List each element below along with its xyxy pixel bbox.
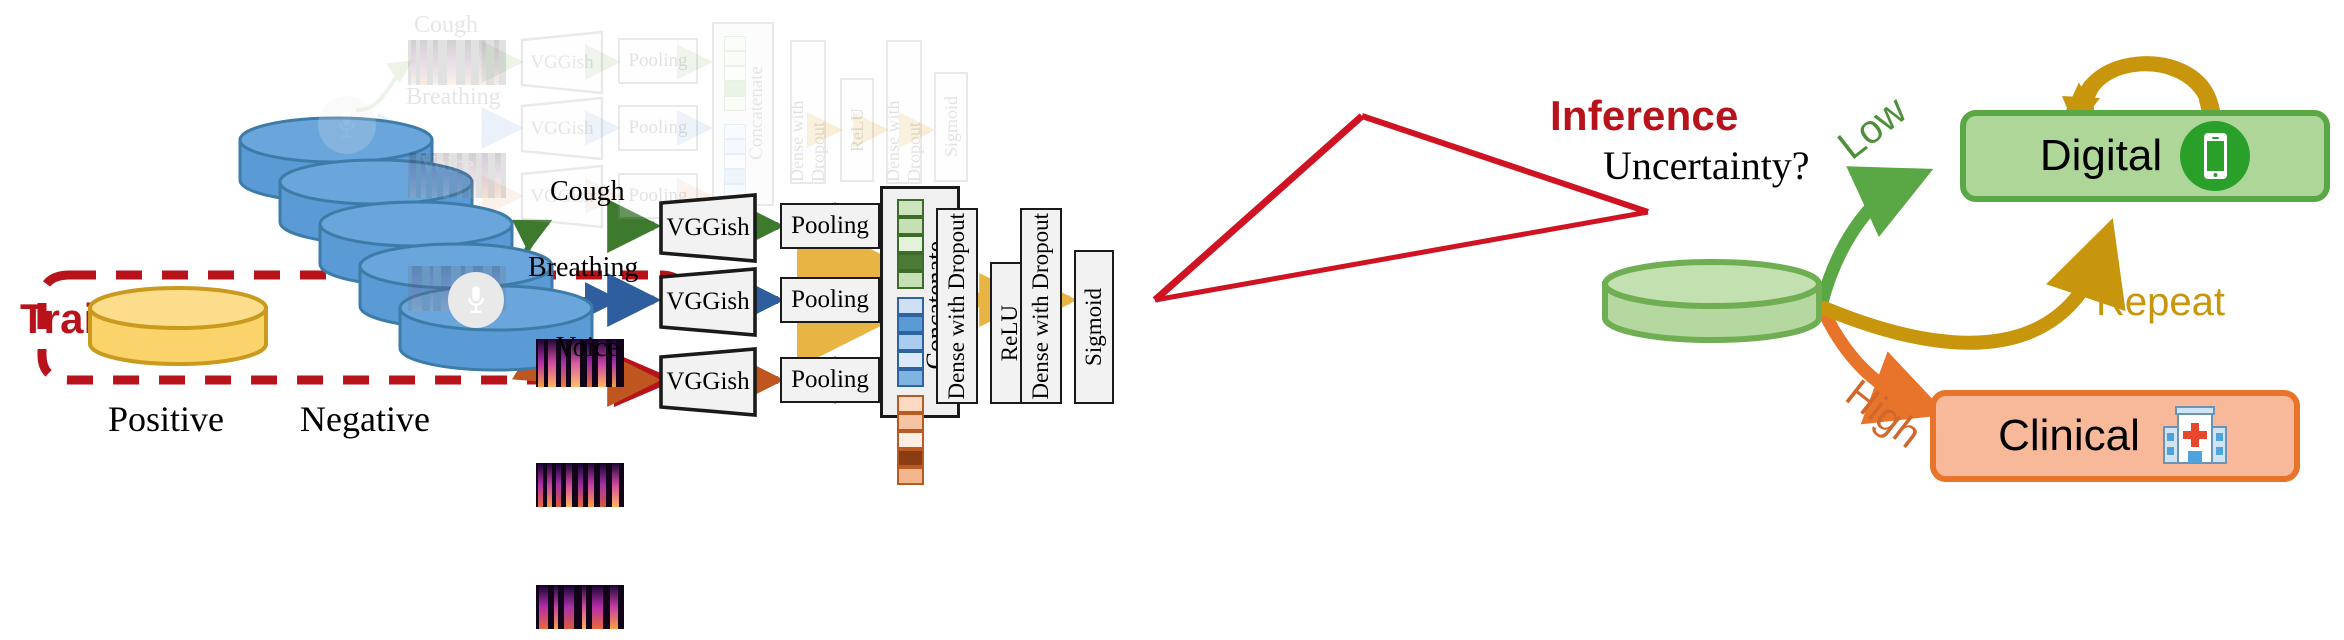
background-encoder-breathing: VGGish	[520, 96, 604, 161]
main-pooling-voice: Pooling	[780, 357, 880, 403]
outcome-clinical-label: Clinical	[1998, 411, 2140, 460]
background-concatenate: Concatenate	[712, 22, 774, 257]
main-pooling-cough: Pooling	[780, 203, 880, 249]
main-encoder-cough: VGGish	[658, 192, 758, 264]
background-dense-dropout-2-label: Dense with Dropout	[883, 100, 924, 182]
inference-pointer	[1152, 113, 1649, 303]
figure-canvas: Training Positive Nega	[0, 0, 2344, 640]
background-dense-dropout-2: Dense with Dropout	[883, 40, 924, 184]
background-relu-label: ReLU	[846, 108, 867, 152]
background-pooling-breathing-label: Pooling	[628, 117, 688, 138]
background-pooling-cough: Pooling	[618, 38, 698, 84]
background-label-voice: Voice	[420, 152, 475, 178]
outcome-clinical[interactable]: Clinical	[1930, 390, 2300, 482]
main-microphone-icon	[448, 272, 504, 328]
uncertainty-label: Uncertainty?	[1603, 143, 1810, 188]
outcome-digital-label: Digital	[2039, 131, 2163, 180]
background-pooling-breathing: Pooling	[618, 105, 698, 151]
uncertainty-cylinder	[1602, 259, 1822, 343]
background-encoder-breathing-label: VGGish	[530, 117, 594, 139]
background-encoder-cough-label: VGGish	[530, 51, 594, 73]
main-encoder-voice: VGGish	[658, 346, 758, 418]
background-pooling-cough-label: Pooling	[628, 50, 688, 71]
main-dense-dropout-2: Dense with Dropout	[1020, 208, 1062, 404]
main-spectrogram-breathing	[536, 463, 624, 507]
background-spectrogram-cough	[408, 40, 506, 85]
background-sigmoid: Sigmoid	[934, 72, 968, 182]
main-pooling-voice-label: Pooling	[791, 366, 869, 393]
background-label-breathing: Breathing	[406, 84, 501, 110]
main-sigmoid: Sigmoid	[1074, 250, 1114, 404]
main-encoder-breathing: VGGish	[658, 266, 758, 338]
repeat-label: Repeat	[2096, 280, 2225, 324]
main-sigmoid-label: Sigmoid	[1081, 288, 1106, 366]
main-pooling-cough-label: Pooling	[791, 212, 869, 239]
main-encoder-cough-label: VGGish	[666, 214, 750, 241]
negative-label: Negative	[300, 399, 430, 439]
main-dense-dropout-2-label: Dense with Dropout	[1028, 212, 1053, 400]
smartphone-icon	[2180, 121, 2251, 191]
outcome-digital[interactable]: Digital	[1960, 110, 2330, 202]
main-label-voice: Voice	[556, 332, 620, 363]
main-dense-dropout-1-label: Dense with Dropout	[944, 212, 969, 400]
background-relu: ReLU	[840, 78, 874, 182]
main-encoder-breathing-label: VGGish	[666, 288, 750, 315]
background-encoder-cough: VGGish	[520, 30, 604, 95]
main-pooling-breathing-label: Pooling	[791, 286, 869, 313]
main-label-cough: Cough	[550, 176, 625, 207]
main-encoder-voice-label: VGGish	[666, 368, 750, 395]
background-concatenate-label: Concatenate	[746, 66, 767, 160]
inference-phase-label: Inference	[1550, 92, 1739, 139]
branch-label-high: High	[1837, 371, 1930, 457]
main-dense-dropout-1: Dense with Dropout	[936, 208, 978, 404]
background-dense-dropout-1-label: Dense with Dropout	[787, 100, 828, 182]
main-label-breathing: Breathing	[528, 252, 639, 283]
main-pooling-breathing: Pooling	[780, 277, 880, 323]
hospital-icon	[2158, 403, 2232, 469]
positive-dataset-cylinder	[88, 286, 272, 368]
background-sigmoid-label: Sigmoid	[940, 96, 961, 158]
background-dense-dropout-1: Dense with Dropout	[787, 40, 828, 184]
background-label-cough: Cough	[414, 12, 479, 38]
positive-label: Positive	[108, 399, 225, 439]
background-microphone-icon	[318, 96, 376, 154]
main-spectrogram-voice	[536, 585, 624, 629]
